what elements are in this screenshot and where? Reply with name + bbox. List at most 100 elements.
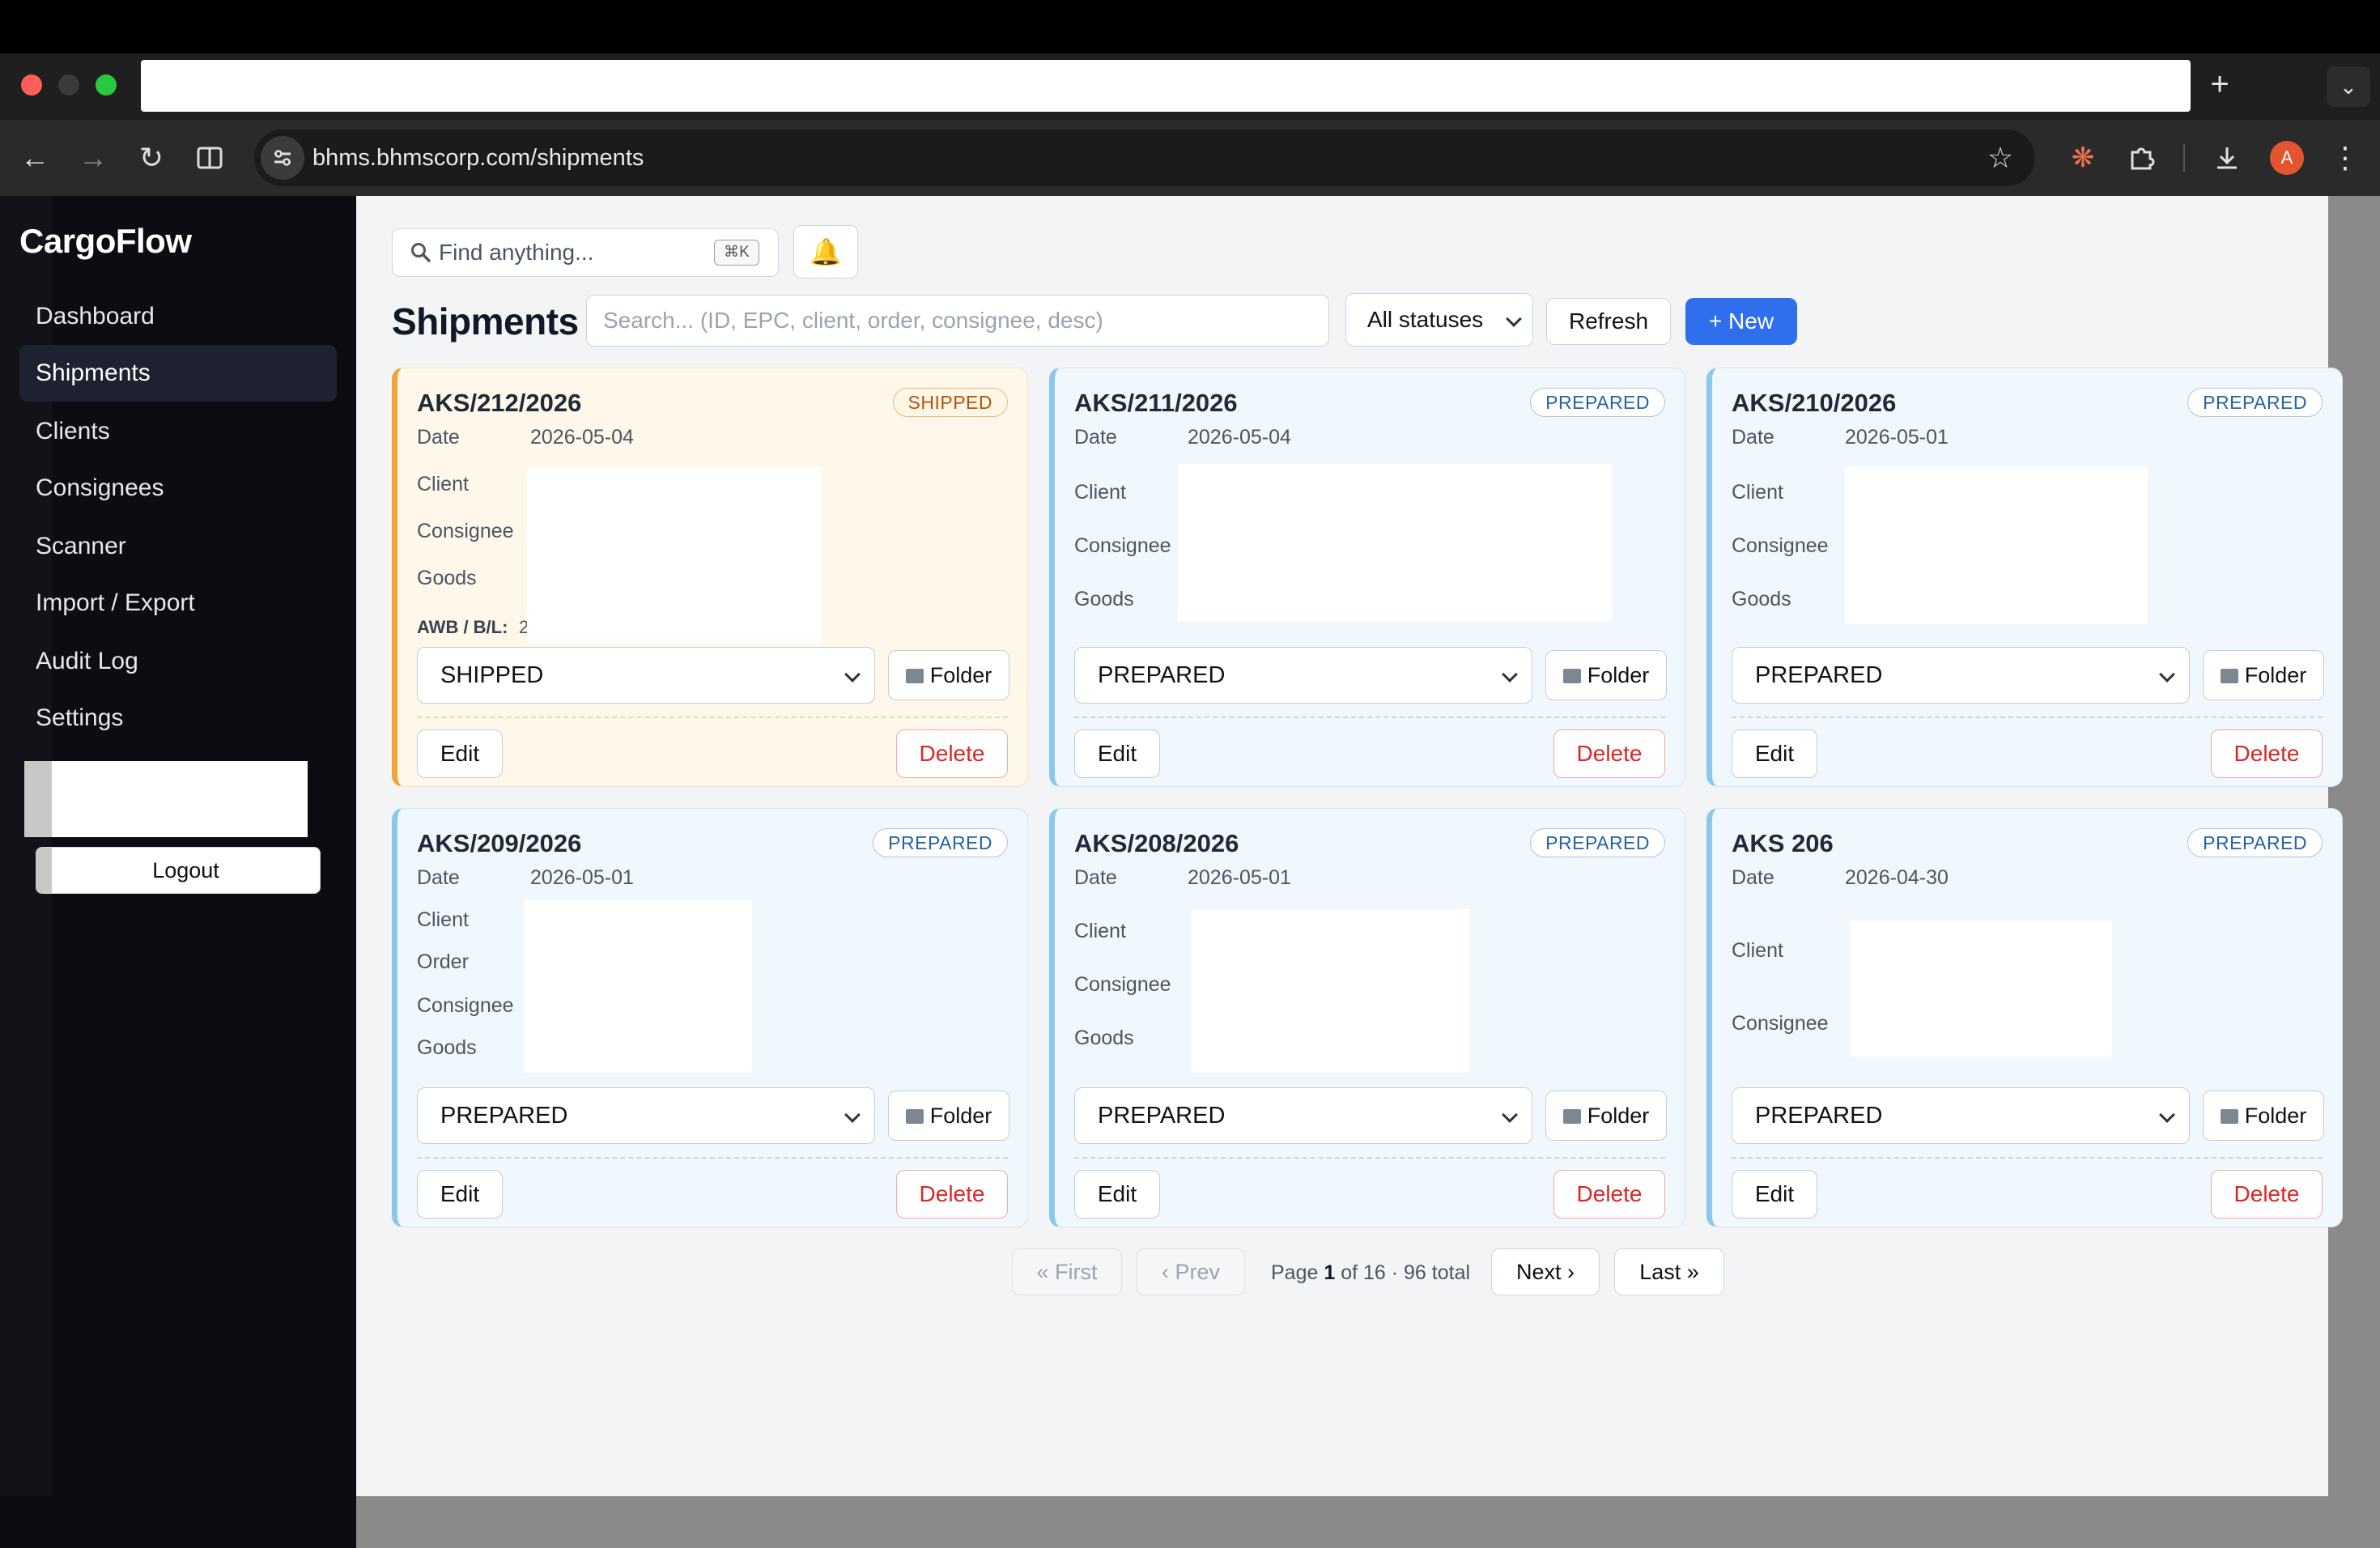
- sidebar-item-import-export[interactable]: Import / Export: [19, 575, 337, 632]
- global-search-placeholder[interactable]: Find anything...: [439, 237, 593, 268]
- folder-button[interactable]: Folder: [1545, 1091, 1667, 1141]
- chevron-down-icon: [2159, 1107, 2175, 1123]
- status-dropdown[interactable]: PREPARED: [1732, 647, 2190, 704]
- toolbar-divider: [2183, 144, 2185, 172]
- page-word: Page: [1271, 1261, 1319, 1284]
- edit-button[interactable]: Edit: [417, 729, 503, 778]
- logout-button[interactable]: Logout: [36, 847, 321, 894]
- sidebar-item-scanner[interactable]: Scanner: [19, 518, 337, 575]
- pagination-last-button[interactable]: Last »: [1614, 1248, 1724, 1295]
- consignee-label: Consignee: [1074, 973, 1171, 996]
- minimize-window-button[interactable]: [58, 74, 79, 96]
- maximize-window-button[interactable]: [96, 74, 117, 96]
- sidebar-item-audit-log[interactable]: Audit Log: [19, 633, 337, 690]
- edit-button[interactable]: Edit: [1074, 729, 1160, 778]
- shipment-id[interactable]: AKS/208/2026: [1074, 827, 1239, 861]
- shipment-card[interactable]: AKS/211/2026 PREPARED Date 2026-05-04 Cl…: [1049, 368, 1685, 787]
- sidebar-item-dashboard[interactable]: Dashboard: [19, 288, 337, 345]
- delete-button[interactable]: Delete: [1553, 729, 1665, 778]
- url-text[interactable]: bhms.bhmscorp.com/shipments: [312, 142, 644, 174]
- card-divider: [1732, 717, 2323, 718]
- order-label: Order: [417, 950, 469, 973]
- notifications-bell-icon[interactable]: 🔔: [793, 225, 858, 279]
- sidebar-item-settings[interactable]: Settings: [19, 690, 337, 746]
- shipment-card[interactable]: AKS/212/2026 SHIPPED Date 2026-05-04 Cli…: [392, 368, 1028, 787]
- pagination-first-button[interactable]: « First: [1012, 1248, 1122, 1295]
- status-filter-value: All statuses: [1367, 307, 1484, 332]
- folder-button[interactable]: Folder: [888, 1091, 1009, 1141]
- chevron-down-icon: [1506, 311, 1522, 327]
- sidebar-item-shipments[interactable]: Shipments: [19, 345, 337, 402]
- brand-logo[interactable]: CargoFlow: [19, 219, 192, 264]
- shipment-card[interactable]: AKS 206 PREPARED Date 2026-04-30 Client …: [1706, 808, 2343, 1227]
- goods-label: Goods: [1074, 588, 1134, 610]
- chevron-down-icon: [1502, 666, 1518, 683]
- status-dropdown[interactable]: SHIPPED: [417, 647, 875, 704]
- window-edge-bottom: [356, 1496, 2380, 1548]
- edit-button[interactable]: Edit: [417, 1170, 503, 1218]
- status-filter-select[interactable]: All statuses: [1345, 293, 1533, 347]
- shipment-id[interactable]: AKS/210/2026: [1732, 386, 1896, 420]
- back-arrow-icon[interactable]: ←: [16, 139, 53, 176]
- folder-button[interactable]: Folder: [2203, 1091, 2324, 1141]
- new-tab-button[interactable]: +: [2202, 68, 2238, 104]
- client-label: Client: [417, 908, 469, 931]
- card-divider: [1732, 1157, 2323, 1159]
- extension-sparkle-icon[interactable]: ❋: [2064, 139, 2102, 176]
- page-title: Shipments: [392, 300, 579, 342]
- redacted-details: [1850, 921, 2112, 1057]
- client-label: Client: [1074, 920, 1126, 942]
- shipment-card[interactable]: AKS/210/2026 PREPARED Date 2026-05-01 Cl…: [1706, 368, 2343, 787]
- active-browser-tab[interactable]: [141, 60, 2191, 112]
- tab-search-button[interactable]: ⌄: [2327, 66, 2370, 107]
- extensions-puzzle-icon[interactable]: [2123, 139, 2160, 176]
- delete-button[interactable]: Delete: [2211, 729, 2323, 778]
- edit-button[interactable]: Edit: [1074, 1170, 1160, 1218]
- edit-button[interactable]: Edit: [1732, 729, 1817, 778]
- pagination-next-button[interactable]: Next ›: [1491, 1248, 1600, 1295]
- download-icon[interactable]: [2208, 139, 2246, 176]
- status-dropdown-value: PREPARED: [1755, 1103, 1883, 1129]
- shipment-card[interactable]: AKS/209/2026 PREPARED Date 2026-05-01 Cl…: [392, 808, 1028, 1227]
- close-window-button[interactable]: [21, 74, 42, 96]
- folder-button[interactable]: Folder: [888, 650, 1009, 700]
- status-dropdown[interactable]: PREPARED: [417, 1087, 875, 1144]
- browser-menu-icon[interactable]: ⋮: [2327, 139, 2364, 176]
- shipment-search-input[interactable]: [586, 295, 1329, 347]
- edit-button[interactable]: Edit: [1732, 1170, 1817, 1218]
- sidebar-item-consignees[interactable]: Consignees: [19, 460, 337, 517]
- pagination-prev-button[interactable]: ‹ Prev: [1137, 1248, 1245, 1295]
- sidebar-item-clients[interactable]: Clients: [19, 403, 337, 460]
- shipment-id[interactable]: AKS/209/2026: [417, 827, 581, 861]
- delete-button[interactable]: Delete: [896, 1170, 1008, 1218]
- folder-button[interactable]: Folder: [1545, 650, 1667, 700]
- status-badge: SHIPPED: [892, 388, 1008, 417]
- delete-button[interactable]: Delete: [896, 729, 1008, 778]
- forward-arrow-icon[interactable]: →: [74, 139, 112, 176]
- profile-avatar[interactable]: A: [2270, 141, 2304, 175]
- status-badge: PREPARED: [873, 828, 1008, 857]
- awb-label: AWB / B/L:: [417, 617, 508, 637]
- site-info-icon[interactable]: [261, 136, 304, 180]
- client-label: Client: [417, 473, 469, 495]
- split-view-icon[interactable]: [191, 139, 228, 176]
- status-dropdown[interactable]: PREPARED: [1074, 647, 1532, 704]
- bookmark-star-icon[interactable]: ☆: [1982, 139, 2019, 176]
- shipment-card[interactable]: AKS/208/2026 PREPARED Date 2026-05-01 Cl…: [1049, 808, 1685, 1227]
- date-value: 2026-05-01: [1188, 866, 1291, 889]
- status-dropdown-value: PREPARED: [440, 1103, 568, 1129]
- new-shipment-button[interactable]: + New: [1685, 298, 1797, 345]
- date-label: Date: [417, 426, 460, 449]
- goods-label: Goods: [417, 1036, 477, 1059]
- screen-top-bar: [0, 0, 2380, 53]
- delete-button[interactable]: Delete: [2211, 1170, 2323, 1218]
- status-dropdown[interactable]: PREPARED: [1732, 1087, 2190, 1144]
- refresh-button[interactable]: Refresh: [1546, 298, 1671, 345]
- folder-button[interactable]: Folder: [2203, 650, 2324, 700]
- reload-icon[interactable]: ↻: [133, 139, 170, 176]
- shipment-id[interactable]: AKS/211/2026: [1074, 386, 1238, 420]
- shipment-id[interactable]: AKS 206: [1732, 827, 1834, 861]
- delete-button[interactable]: Delete: [1553, 1170, 1665, 1218]
- status-dropdown[interactable]: PREPARED: [1074, 1087, 1532, 1144]
- shipment-id[interactable]: AKS/212/2026: [417, 386, 581, 420]
